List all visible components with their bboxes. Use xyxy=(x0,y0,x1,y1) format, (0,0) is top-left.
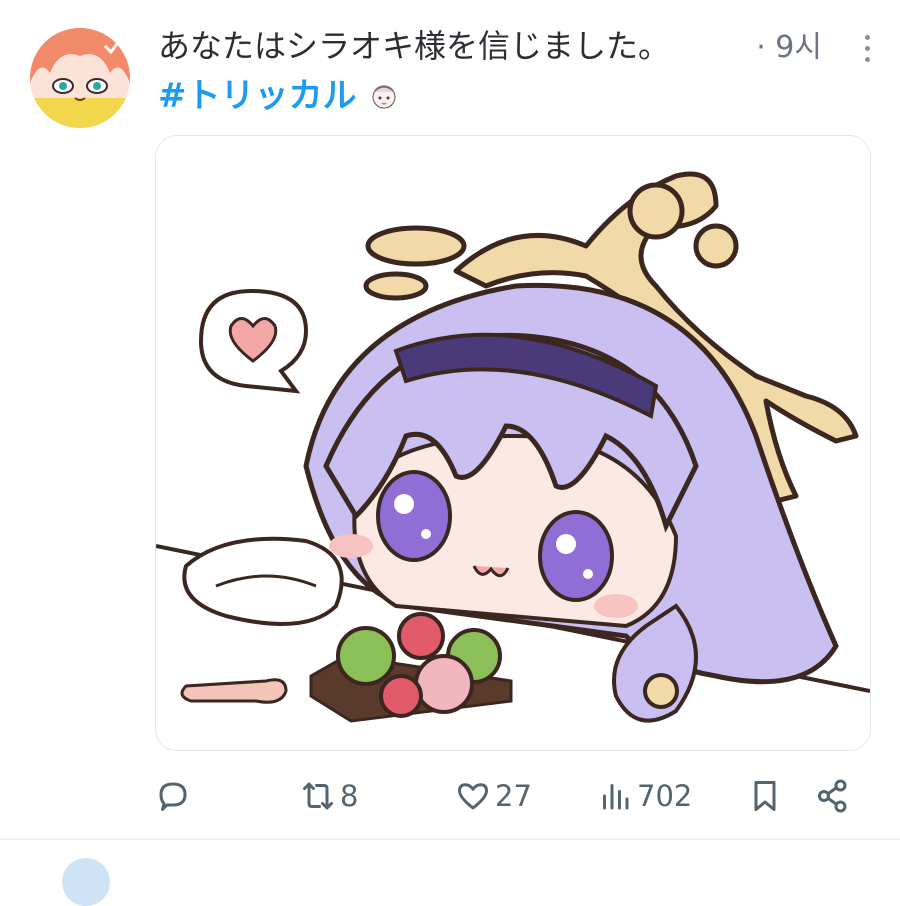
tweet-header: あなたはシラオキ様を信じました。 · 9시 xyxy=(158,22,880,72)
more-options-button[interactable] xyxy=(854,24,880,72)
share-button[interactable] xyxy=(815,770,851,822)
retweet-icon xyxy=(303,782,333,810)
views-count: 702 xyxy=(637,779,693,813)
hashtag-row: #トリッカル xyxy=(158,72,399,120)
bookmark-icon xyxy=(754,781,776,811)
views-icon xyxy=(603,784,629,810)
tweet-text: あなたはシラオキ様を信じました。 xyxy=(158,27,671,65)
retweet-button[interactable]: 8 xyxy=(300,770,358,822)
like-button[interactable]: 27 xyxy=(455,770,532,822)
tweet-card[interactable]: あなたはシラオキ様を信じました。 · 9시 #トリッカル 8 27 702 xyxy=(0,0,900,840)
retweet-count: 8 xyxy=(340,779,359,813)
reply-button[interactable] xyxy=(155,770,195,822)
dot-icon xyxy=(864,56,870,62)
avatar-image xyxy=(30,28,130,128)
heart-icon xyxy=(458,783,488,810)
tweet-media-image[interactable] xyxy=(155,135,871,751)
next-tweet-avatar[interactable] xyxy=(62,858,110,906)
bookmark-button[interactable] xyxy=(747,770,783,822)
like-count: 27 xyxy=(495,779,532,813)
user-avatar[interactable] xyxy=(30,28,130,128)
hashtag-link[interactable]: #トリッカル xyxy=(158,72,357,120)
character-emoji-icon xyxy=(371,85,396,109)
reply-icon xyxy=(159,782,187,811)
dot-icon xyxy=(864,45,870,51)
anime-girl-illustration-icon xyxy=(156,136,870,750)
dot-icon xyxy=(864,34,870,40)
views-button[interactable]: 702 xyxy=(597,770,692,822)
tweet-timestamp[interactable]: · 9시 xyxy=(756,26,822,70)
tweet-divider xyxy=(0,838,900,840)
tweet-actions-bar: 8 27 702 xyxy=(155,770,855,822)
share-icon xyxy=(818,779,847,813)
